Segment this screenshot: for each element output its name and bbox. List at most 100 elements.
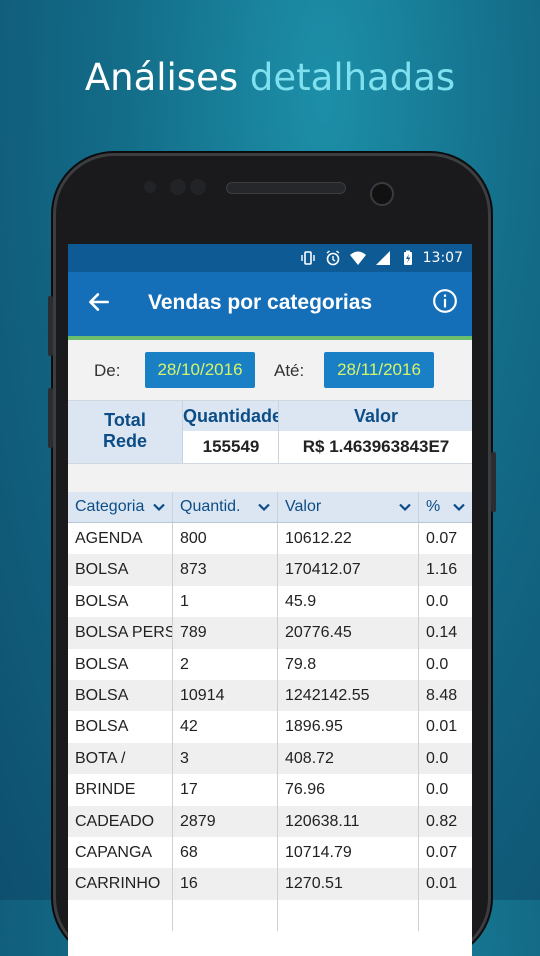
chevron-down-icon: [453, 503, 465, 512]
phone-frame: 13:07 Vendas por categorias De: 28/10/20…: [48, 156, 496, 956]
percent-cell: 1.16: [426, 561, 458, 579]
column-header-value[interactable]: Valor: [278, 492, 419, 522]
value-cell: 120638.11: [278, 805, 419, 837]
categories-table: Categoria Quantid. Valor % AGENDA 800 1061…: [68, 492, 472, 932]
percent-cell: 0.0: [426, 781, 449, 799]
quantity-cell: 1: [173, 585, 278, 618]
chevron-down-icon: [258, 503, 270, 512]
percent-cell: 0.07: [426, 843, 458, 861]
to-date-button[interactable]: 28/11/2016: [324, 352, 434, 388]
signal-icon: [376, 251, 390, 265]
vibrate-icon: [301, 251, 315, 265]
value-cell: 45.9: [278, 585, 419, 618]
volume-button: [48, 296, 53, 356]
table-row[interactable]: [68, 899, 472, 932]
category-cell: BOTA /: [68, 742, 173, 775]
table-row[interactable]: CAPANGA 68 10714.79 0.07: [68, 836, 472, 869]
category-cell: CARRINHO: [68, 868, 173, 900]
bixby-button: [48, 388, 53, 448]
quantity-cell: 10914: [173, 679, 278, 712]
page-title: Vendas por categorias: [148, 291, 373, 314]
category-cell: [68, 899, 173, 932]
power-button: [491, 452, 496, 512]
chevron-down-icon: [399, 503, 411, 512]
quantity-cell: 68: [173, 836, 278, 869]
category-cell: BOLSA: [68, 711, 173, 743]
value-cell: 1242142.55: [278, 679, 419, 712]
category-cell: BOLSA PERS: [68, 617, 173, 649]
headline-part2: detalhadas: [249, 56, 456, 99]
to-label: Até:: [274, 361, 305, 380]
value-cell: 10714.79: [278, 836, 419, 869]
value-cell: 79.8: [278, 648, 419, 680]
table-row[interactable]: BOLSA 873 170412.07 1.16: [68, 554, 472, 586]
quantity-cell: 873: [173, 554, 278, 586]
quantity-header: Quantidade: [183, 401, 282, 431]
promo-headline: Análises detalhadas: [0, 56, 540, 99]
quantity-value: 155549: [183, 431, 279, 463]
value-summary: Valor R$ 1.463963843E7: [278, 401, 472, 463]
section-divider: [68, 464, 472, 492]
from-label: De:: [94, 361, 121, 380]
quantity-cell: 789: [173, 617, 278, 649]
table-row[interactable]: BOLSA 1 45.9 0.0: [68, 585, 472, 618]
headline-part1: Análises: [84, 56, 239, 99]
battery-charging-icon: [404, 250, 412, 265]
category-cell: BOLSA: [68, 585, 173, 618]
table-row[interactable]: BOTA /3 408.72 0.0: [68, 742, 472, 775]
value-cell: [278, 899, 419, 932]
value-cell: 1270.51: [278, 868, 419, 900]
arrow-left-icon[interactable]: [86, 289, 112, 315]
front-camera-icon: [370, 182, 394, 206]
category-cell: BOLSA: [68, 648, 173, 680]
column-header-percent[interactable]: %: [419, 492, 472, 522]
percent-cell: 0.0: [426, 749, 449, 767]
iris-sensor-icon: [170, 179, 186, 195]
quantity-cell: 42: [173, 711, 278, 743]
percent-cell: 0.01: [426, 718, 458, 736]
table-header: Categoria Quantid. Valor %: [68, 492, 472, 523]
category-cell: CADEADO: [68, 805, 173, 837]
status-time: 13:07: [422, 250, 463, 266]
total-network-label: Total Rede: [68, 401, 182, 463]
network-summary: Total Rede Quantidade 155549 Valor R$ 1.…: [68, 400, 472, 464]
total-label-line1: Total: [104, 410, 146, 430]
percent-cell: 8.48: [426, 686, 458, 704]
value-cell: 1896.95: [278, 711, 419, 743]
quantity-cell: 16: [173, 868, 278, 900]
category-cell: BRINDE: [68, 774, 173, 806]
quantity-cell: 800: [173, 523, 278, 555]
chevron-down-icon: [153, 503, 165, 512]
value-cell: 408.72: [278, 742, 419, 775]
quantity-cell: 17: [173, 774, 278, 806]
category-cell: BOLSA: [68, 554, 173, 586]
column-label: Valor: [285, 498, 322, 515]
table-row[interactable]: BOLSA 10914 1242142.55 8.48: [68, 679, 472, 712]
percent-cell: 0.07: [426, 530, 458, 547]
table-row[interactable]: BOLSA 42 1896.95 0.01: [68, 711, 472, 743]
table-row[interactable]: AGENDA 800 10612.22 0.07: [68, 523, 472, 555]
table-row[interactable]: BOLSA PERS 789 20776.45 0.14: [68, 617, 472, 649]
table-body: AGENDA 800 10612.22 0.07 BOLSA 873 170412.07 1.…: [68, 523, 472, 932]
table-row[interactable]: BRINDE 17 76.96 0.0: [68, 774, 472, 806]
quantity-cell: 2: [173, 648, 278, 680]
value-cell: 76.96: [278, 774, 419, 806]
category-cell: AGENDA: [68, 523, 173, 555]
percent-cell: 0.14: [426, 624, 458, 642]
percent-cell: 0.82: [426, 812, 458, 830]
iris-sensor-icon: [190, 179, 206, 195]
from-date-button[interactable]: 28/10/2016: [145, 352, 255, 388]
table-row[interactable]: BOLSA 2 79.8 0.0: [68, 648, 472, 680]
percent-cell: 0.0: [426, 655, 449, 673]
table-row[interactable]: CARRINHO 16 1270.51 0.01: [68, 868, 472, 900]
value-header: Valor: [279, 401, 472, 431]
column-header-quantity[interactable]: Quantid.: [173, 492, 278, 522]
table-row[interactable]: CADEADO 2879 120638.11 0.82: [68, 805, 472, 837]
column-label: %: [426, 498, 441, 515]
sensor-icon: [144, 181, 156, 193]
wifi-icon: [350, 251, 366, 265]
column-header-category[interactable]: Categoria: [68, 492, 173, 522]
percent-cell: [419, 900, 472, 931]
info-icon[interactable]: [432, 288, 458, 314]
column-label: Categoria: [75, 498, 145, 515]
